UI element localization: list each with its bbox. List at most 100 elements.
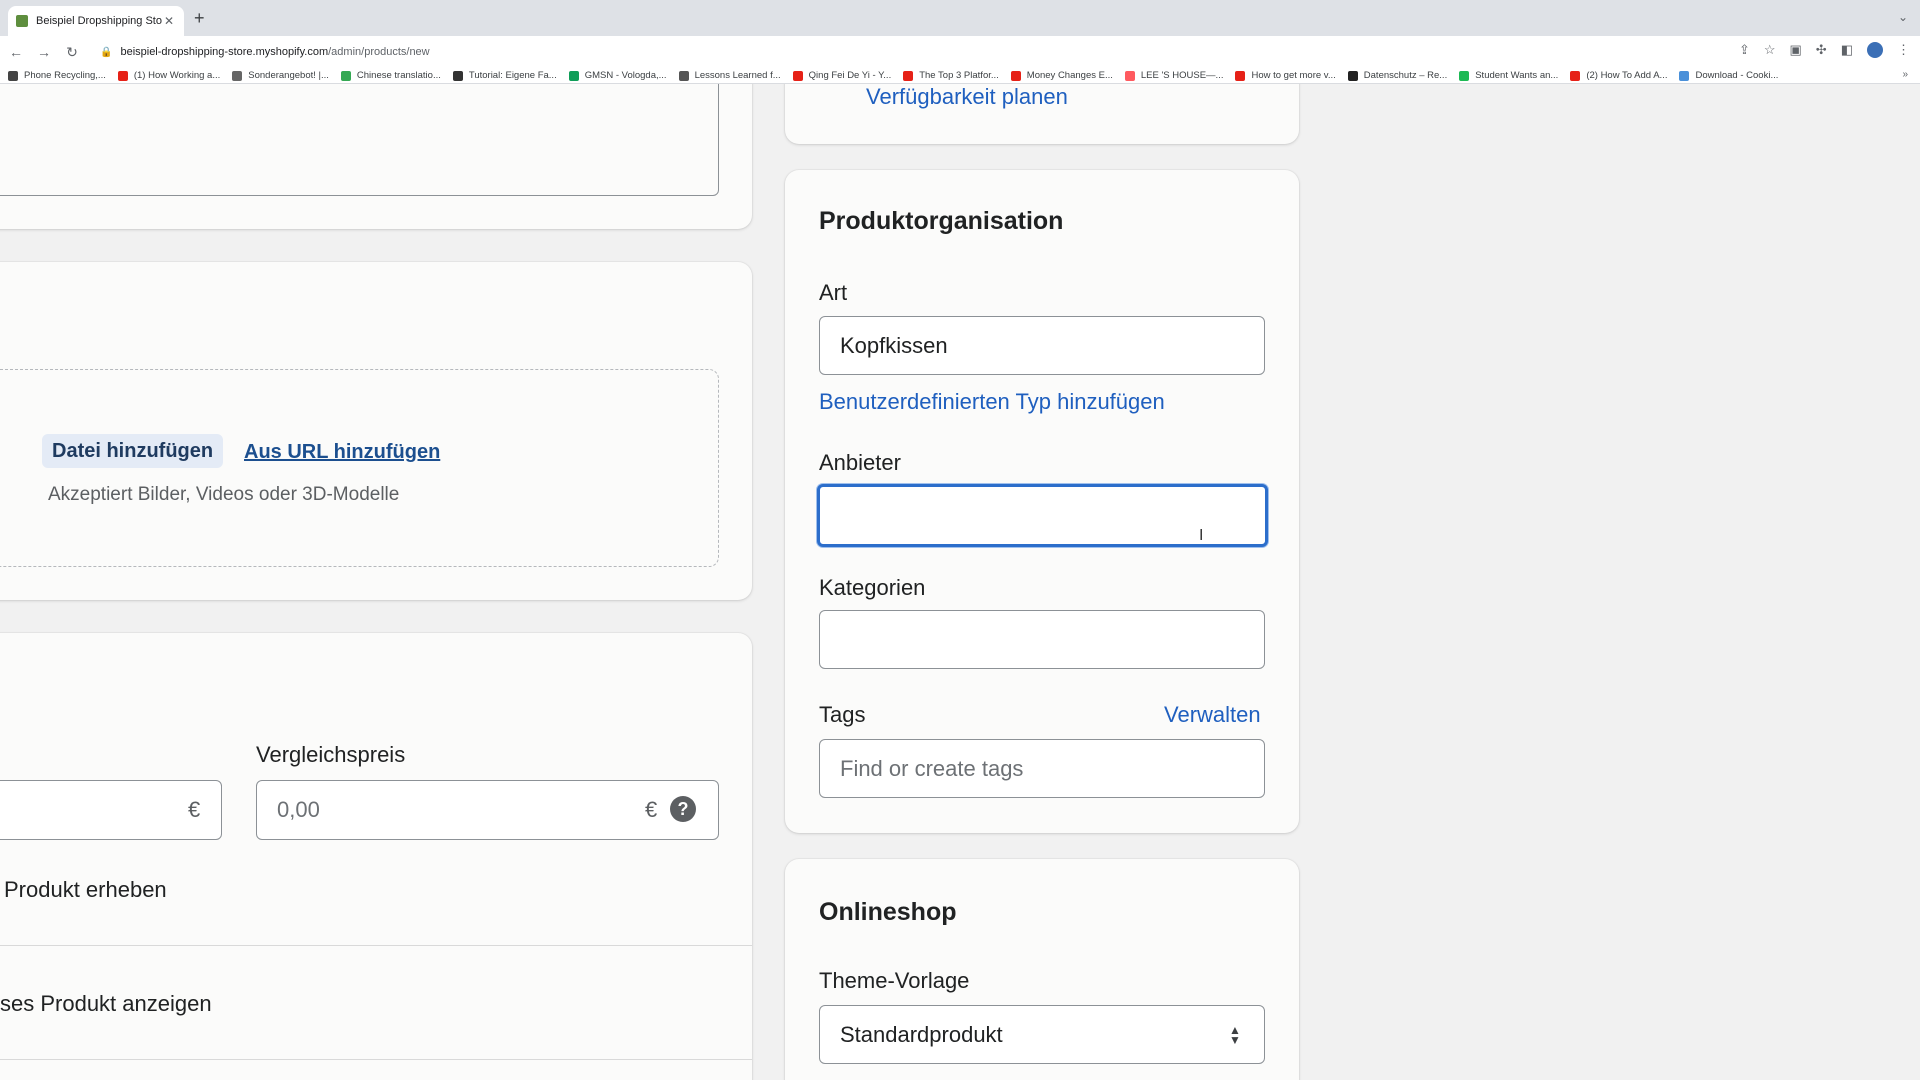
bookmark-item[interactable]: GMSN - Vologda,... <box>568 70 667 81</box>
compare-price-label: Vergleichspreis <box>256 742 406 767</box>
bookmark-label: Qing Fei De Yi - Y... <box>808 70 892 81</box>
type-label: Art <box>819 280 848 305</box>
back-arrow-icon[interactable]: ← <box>4 44 28 60</box>
bookmark-favicon-icon <box>340 70 351 81</box>
accepted-formats-text: Akzeptiert Bilder, Videos oder 3D-Modell… <box>48 484 400 505</box>
bookmark-item[interactable]: The Top 3 Platfor... <box>903 70 999 81</box>
bookmark-favicon-icon <box>452 70 463 81</box>
bookmark-label: Money Changes E... <box>1026 70 1113 81</box>
show-unit-price-label: ses Produkt anzeigen <box>0 991 212 1016</box>
bookmark-favicon-icon <box>232 70 243 81</box>
add-file-button[interactable]: Datei hinzufügen <box>42 434 224 468</box>
bookmark-favicon-icon <box>1570 70 1581 81</box>
theme-template-value: Standardprodukt <box>840 1021 1003 1047</box>
sidepanel-icon[interactable]: ◧ <box>1841 42 1853 58</box>
bookmark-item[interactable]: Money Changes E... <box>1010 70 1113 81</box>
bookmark-favicon-icon <box>8 70 18 81</box>
bookmark-favicon-icon <box>1124 70 1135 81</box>
bookmark-favicon-icon <box>1679 70 1690 81</box>
close-tab-icon[interactable]: ✕ <box>162 14 176 28</box>
bookmark-label: (2) How To Add A... <box>1586 70 1668 81</box>
bookmark-label: Sonderangebot! |... <box>248 70 329 81</box>
schedule-availability-link[interactable]: Verfügbarkeit planen <box>866 84 1068 110</box>
bookmark-label: Phone Recycling,... <box>24 70 106 81</box>
bookmark-item[interactable]: (2) How To Add A... <box>1570 70 1667 81</box>
bookmark-label: Student Wants an... <box>1475 70 1559 81</box>
bookmark-favicon-icon <box>568 70 579 81</box>
categories-input[interactable] <box>819 610 1265 669</box>
online-store-title: Onlineshop <box>819 898 957 926</box>
product-type-value: Kopfkissen <box>840 332 948 358</box>
bookmark-favicon-icon <box>1347 70 1358 81</box>
bookmark-item[interactable]: Student Wants an... <box>1459 70 1558 81</box>
bookmark-favicon-icon <box>117 70 128 81</box>
tab-search-chevron-icon[interactable]: ⌄ <box>1898 10 1908 24</box>
compare-price-placeholder: 0,00 <box>277 797 320 822</box>
new-tab-button[interactable]: + <box>194 8 205 29</box>
profile-avatar[interactable] <box>1867 42 1883 58</box>
bookmark-label: Chinese translatio... <box>356 70 441 81</box>
bookmark-favicon-icon <box>1235 70 1246 81</box>
bookmark-item[interactable]: Download - Cooki... <box>1679 70 1778 81</box>
price-currency-symbol: € <box>188 797 201 822</box>
bookmark-label: Tutorial: Eigene Fa... <box>468 70 557 81</box>
bookmark-item[interactable]: Datenschutz – Re... <box>1347 70 1448 81</box>
puzzle-extensions-icon[interactable]: ✣ <box>1816 42 1827 58</box>
shopify-favicon-icon <box>16 15 28 27</box>
pricing-divider <box>0 945 752 946</box>
bookmark-label: Lessons Learned f... <box>694 70 781 81</box>
url-field[interactable]: 🔒 beispiel-dropshipping-store.myshopify.… <box>100 46 430 58</box>
forward-arrow-icon[interactable]: → <box>32 44 56 60</box>
bookmark-item[interactable]: Tutorial: Eigene Fa... <box>452 70 557 81</box>
bookmark-favicon-icon <box>678 70 689 81</box>
add-from-url-link[interactable]: Aus URL hinzufügen <box>244 441 440 464</box>
tab-title: Beispiel Dropshipping Store · F <box>36 15 162 27</box>
bookmark-label: Datenschutz – Re... <box>1363 70 1448 81</box>
bookmark-item[interactable]: Chinese translatio... <box>340 70 441 81</box>
browser-tab[interactable]: Beispiel Dropshipping Store · F ✕ <box>8 6 184 36</box>
tags-placeholder: Find or create tags <box>840 755 1024 781</box>
bookmark-item[interactable]: How to get more v... <box>1235 70 1336 81</box>
bookmark-favicon-icon <box>1010 70 1021 81</box>
bookmark-star-icon[interactable]: ☆ <box>1764 42 1776 58</box>
address-bar-row: ← → ↻ 🔒 beispiel-dropshipping-store.mysh… <box>0 36 1920 68</box>
menu-kebab-icon[interactable]: ⋮ <box>1897 42 1910 58</box>
theme-template-select[interactable]: Standardprodukt <box>819 1005 1265 1064</box>
bookmark-favicon-icon <box>903 70 914 81</box>
add-custom-type-link[interactable]: Benutzerdefinierten Typ hinzufügen <box>819 389 1165 415</box>
description-card <box>0 84 752 229</box>
url-path: /admin/products/new <box>328 46 430 58</box>
reload-icon[interactable]: ↻ <box>60 44 84 61</box>
product-organization-title: Produktorganisation <box>819 207 1064 235</box>
bookmark-item[interactable]: Lessons Learned f... <box>678 70 781 81</box>
description-editor[interactable] <box>0 84 719 196</box>
bookmark-label: Download - Cooki... <box>1695 70 1779 81</box>
charge-tax-label: Produkt erheben <box>4 877 167 902</box>
url-host: beispiel-dropshipping-store.myshopify.co… <box>120 46 329 58</box>
share-icon[interactable]: ⇪ <box>1739 42 1750 58</box>
bookmark-item[interactable]: (1) How Working a... <box>117 70 221 81</box>
bookmark-favicon-icon <box>1459 70 1470 81</box>
vendor-label: Anbieter <box>819 450 901 475</box>
extension-icon[interactable]: ▣ <box>1790 42 1802 58</box>
more-bookmarks-icon[interactable]: » <box>1902 69 1908 80</box>
browser-toolbar: ⇪ ☆ ▣ ✣ ◧ ⋮ <box>1739 42 1910 58</box>
bookmark-label: (1) How Working a... <box>133 70 221 81</box>
help-icon[interactable]: ? <box>670 796 696 822</box>
bookmark-item[interactable]: Phone Recycling,... <box>8 70 106 81</box>
tags-input[interactable]: Find or create tags <box>819 739 1265 798</box>
bookmarks-bar: Phone Recycling,... (1) How Working a... S… <box>0 68 1920 84</box>
pricing-divider-2 <box>0 1059 752 1060</box>
bookmark-label: The Top 3 Platfor... <box>919 70 999 81</box>
manage-tags-link[interactable]: Verwalten <box>1164 702 1261 728</box>
media-dropzone[interactable] <box>0 369 719 567</box>
bookmark-item[interactable]: Sonderangebot! |... <box>232 70 329 81</box>
product-type-input[interactable]: Kopfkissen <box>819 316 1265 375</box>
select-updown-icon: ▲ ▼ <box>1229 1023 1241 1047</box>
lock-icon: 🔒 <box>100 46 113 58</box>
bookmark-label: LEE 'S HOUSE—... <box>1140 70 1224 81</box>
bookmark-item[interactable]: LEE 'S HOUSE—... <box>1124 70 1224 81</box>
bookmark-item[interactable]: Qing Fei De Yi - Y... <box>792 70 892 81</box>
theme-template-label: Theme-Vorlage <box>819 968 970 993</box>
tags-label: Tags <box>819 702 866 727</box>
